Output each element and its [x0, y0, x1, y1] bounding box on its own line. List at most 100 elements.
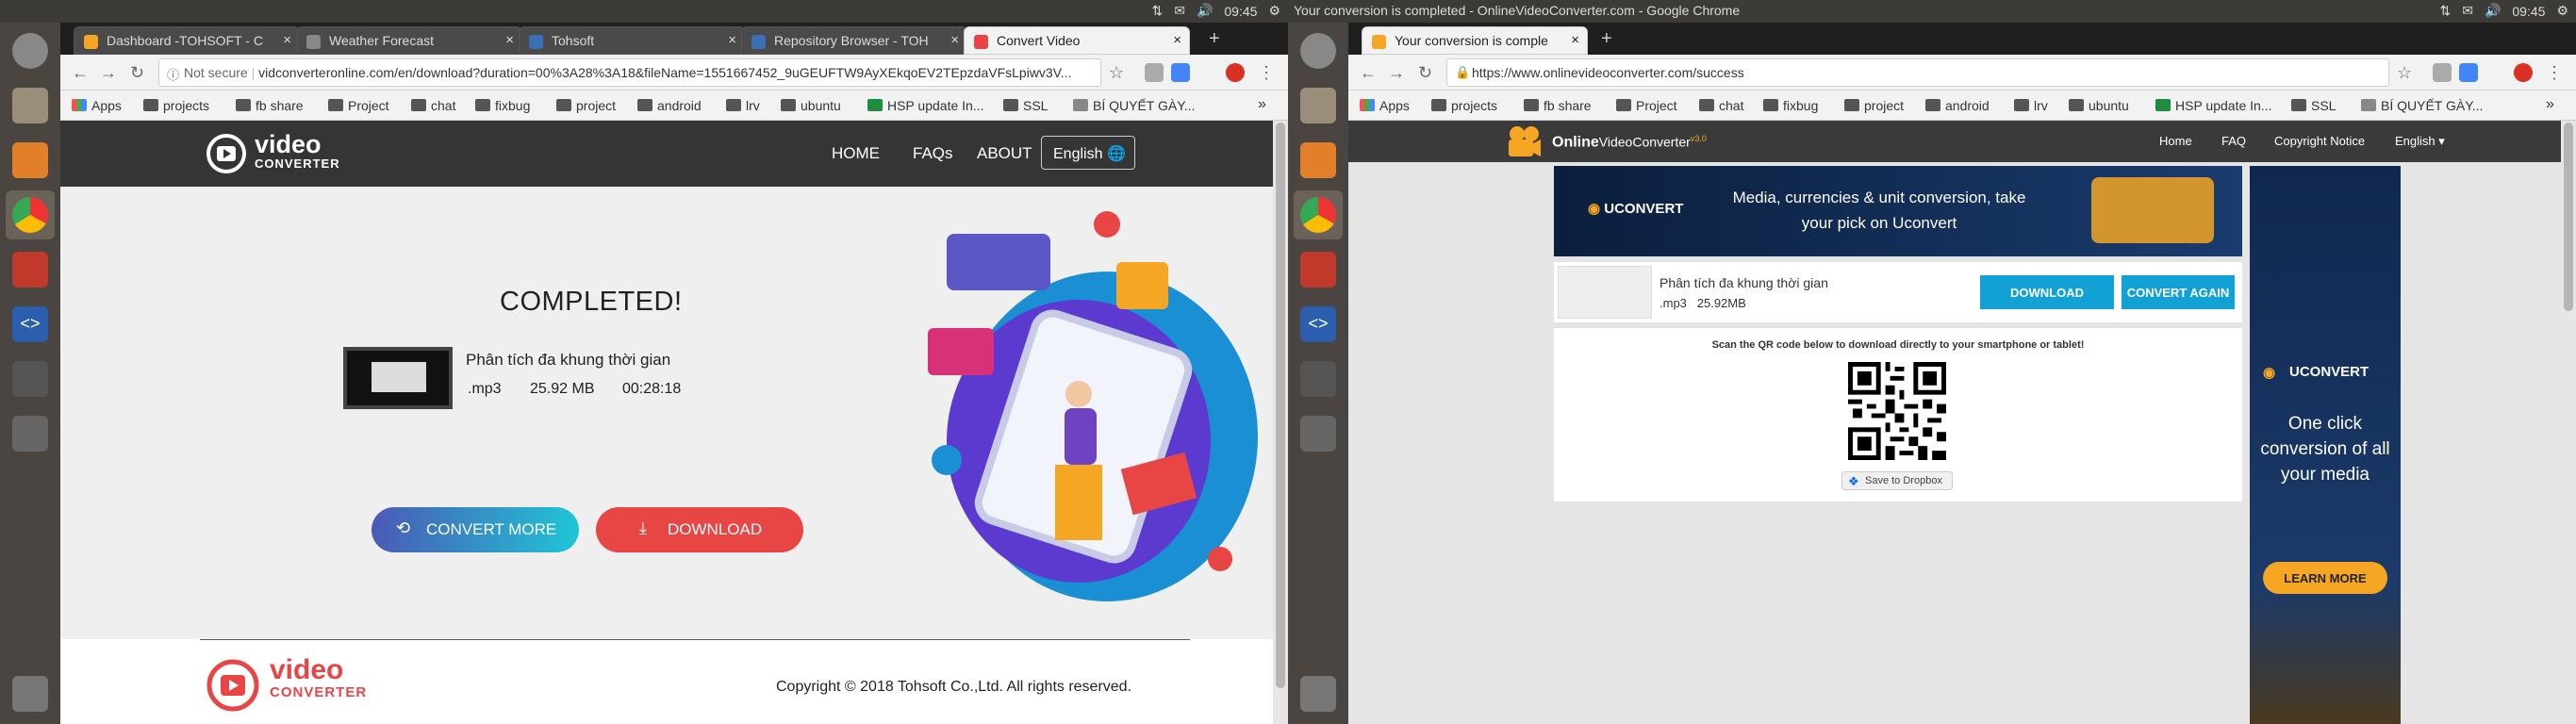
- volume-icon[interactable]: 🔊: [2485, 3, 2501, 19]
- reload-icon[interactable]: ↻: [1418, 63, 1432, 83]
- camera-launcher[interactable]: [1294, 409, 1343, 458]
- mail-icon[interactable]: ✉: [1174, 3, 1185, 19]
- bookmark-folder[interactable]: project: [1844, 98, 1904, 113]
- bookmark-folder[interactable]: lrv: [726, 98, 760, 113]
- bookmark-apps[interactable]: Apps: [1360, 98, 1410, 113]
- tab-success[interactable]: Your conversion is comple ×: [1362, 26, 1588, 55]
- more-bookmarks-icon[interactable]: »: [1258, 96, 1266, 113]
- more-bookmarks-icon[interactable]: »: [2546, 96, 2554, 113]
- bookmark-link[interactable]: BÍ QUYẾT GÀY...: [2361, 98, 2483, 113]
- bookmark-folder[interactable]: fb share: [236, 98, 304, 113]
- clock[interactable]: 09:45: [2512, 4, 2545, 19]
- reload-icon[interactable]: ↻: [130, 63, 144, 83]
- footer-logo[interactable]: video CONVERTER: [202, 654, 366, 719]
- new-tab-button[interactable]: +: [1209, 28, 1220, 50]
- scrollbar[interactable]: [2561, 121, 2576, 724]
- extension-icon[interactable]: [1145, 63, 1164, 82]
- profile-icon[interactable]: [2514, 63, 2533, 82]
- network-icon[interactable]: ⇅: [1151, 3, 1163, 19]
- learn-more-button[interactable]: LEARN MORE: [2263, 562, 2387, 594]
- star-icon[interactable]: ☆: [1109, 63, 1124, 83]
- bookmark-link[interactable]: HSP update In...: [2155, 98, 2271, 113]
- url-field[interactable]: 🔒 https://www.onlinevideoconverter.com/s…: [1446, 58, 2389, 87]
- translate-icon[interactable]: [2459, 63, 2478, 82]
- video-launcher[interactable]: [6, 354, 55, 403]
- code-launcher[interactable]: <>: [6, 300, 55, 349]
- language-button[interactable]: English 🌐: [1041, 136, 1135, 170]
- new-tab-button[interactable]: +: [1601, 28, 1612, 50]
- extension-icon[interactable]: [2433, 63, 2452, 82]
- menu-icon[interactable]: ⋮: [1258, 63, 1275, 83]
- back-icon[interactable]: ←: [72, 63, 89, 83]
- close-icon[interactable]: ×: [950, 32, 959, 48]
- network-icon[interactable]: ⇅: [2439, 3, 2451, 19]
- forward-icon[interactable]: →: [100, 63, 117, 83]
- translate-icon[interactable]: [1171, 63, 1190, 82]
- nav-copyright[interactable]: Copyright Notice: [2274, 134, 2365, 148]
- bookmark-folder[interactable]: fixbug: [1763, 98, 1818, 113]
- bookmark-folder[interactable]: lrv: [2014, 98, 2048, 113]
- chrome-launcher[interactable]: [1294, 190, 1343, 239]
- close-icon[interactable]: ×: [1173, 32, 1181, 48]
- scrollbar-thumb[interactable]: [2564, 123, 2573, 311]
- site-logo[interactable]: video CONVERTER: [200, 130, 339, 180]
- volume-icon[interactable]: 🔊: [1197, 3, 1213, 19]
- video-launcher[interactable]: [1294, 354, 1343, 403]
- bookmark-folder[interactable]: android: [637, 98, 702, 113]
- code-launcher[interactable]: <>: [1294, 300, 1343, 349]
- convert-more-button[interactable]: ⟲ CONVERT MORE: [372, 507, 579, 552]
- clock[interactable]: 09:45: [1224, 4, 1257, 19]
- trash-launcher[interactable]: [1294, 669, 1343, 718]
- bookmark-link[interactable]: BÍ QUYẾT GÀY...: [1073, 98, 1195, 113]
- bookmark-folder[interactable]: ubuntu: [2069, 98, 2129, 113]
- settings-launcher[interactable]: [1294, 245, 1343, 294]
- bookmark-folder[interactable]: chat: [411, 98, 455, 113]
- nav-about[interactable]: ABOUT: [977, 144, 1032, 163]
- bookmark-folder[interactable]: SSL: [1003, 98, 1048, 113]
- logo-icon[interactable]: [1505, 124, 1543, 158]
- files-launcher[interactable]: [1294, 81, 1343, 130]
- star-icon[interactable]: ☆: [2397, 63, 2412, 83]
- bookmark-folder[interactable]: fb share: [1524, 98, 1592, 113]
- bookmark-folder[interactable]: SSL: [2291, 98, 2336, 113]
- tab-tohsoft[interactable]: Tohsoft ×: [519, 26, 745, 55]
- scrollbar-thumb[interactable]: [1276, 123, 1285, 688]
- trash-launcher[interactable]: [6, 669, 55, 718]
- dash-button[interactable]: [1294, 26, 1343, 75]
- tab-weather[interactable]: Weather Forecast ×: [296, 26, 522, 55]
- camera-launcher[interactable]: [6, 409, 55, 458]
- info-icon[interactable]: ⓘ: [167, 65, 179, 83]
- bookmark-folder[interactable]: projects: [143, 98, 209, 113]
- back-icon[interactable]: ←: [1360, 63, 1377, 83]
- menu-icon[interactable]: ⋮: [2546, 63, 2563, 83]
- close-icon[interactable]: ×: [283, 32, 291, 48]
- bookmark-folder[interactable]: project: [556, 98, 616, 113]
- bookmark-folder[interactable]: projects: [1431, 98, 1497, 113]
- nav-home[interactable]: HOME: [832, 144, 880, 163]
- save-to-dropbox-button[interactable]: ❖ Save to Dropbox: [1841, 471, 1953, 490]
- close-icon[interactable]: ×: [728, 32, 736, 48]
- close-icon[interactable]: ×: [505, 32, 514, 48]
- tab-repository[interactable]: Repository Browser - TOH ×: [741, 26, 967, 55]
- profile-icon[interactable]: [1226, 63, 1245, 82]
- bookmark-folder[interactable]: android: [1925, 98, 1990, 113]
- dash-button[interactable]: [6, 26, 55, 75]
- bookmark-folder[interactable]: Project: [328, 98, 389, 113]
- lock-icon[interactable]: 🔒: [1455, 65, 1470, 80]
- sublime-launcher[interactable]: [6, 136, 55, 185]
- nav-faq[interactable]: FAQ: [2221, 134, 2246, 148]
- download-button[interactable]: ⤓ DOWNLOAD: [596, 507, 803, 552]
- tab-dashboard[interactable]: Dashboard -TOHSOFT - C ×: [74, 26, 300, 55]
- chrome-launcher[interactable]: [6, 190, 55, 239]
- bookmark-link[interactable]: HSP update In...: [867, 98, 983, 113]
- gear-icon[interactable]: ⚙: [1268, 3, 1280, 19]
- nav-faqs[interactable]: FAQs: [913, 144, 953, 163]
- nav-language[interactable]: English ▾: [2395, 134, 2445, 149]
- files-launcher[interactable]: [6, 81, 55, 130]
- bookmark-folder[interactable]: chat: [1699, 98, 1743, 113]
- url-field[interactable]: ⓘ Not secure | vidconverteronline.com/en…: [158, 58, 1101, 87]
- ad-banner[interactable]: ◉ UCONVERT Media, currencies & unit conv…: [1554, 166, 2242, 256]
- mail-icon[interactable]: ✉: [2462, 3, 2473, 19]
- close-icon[interactable]: ×: [1571, 32, 1579, 48]
- forward-icon[interactable]: →: [1388, 63, 1405, 83]
